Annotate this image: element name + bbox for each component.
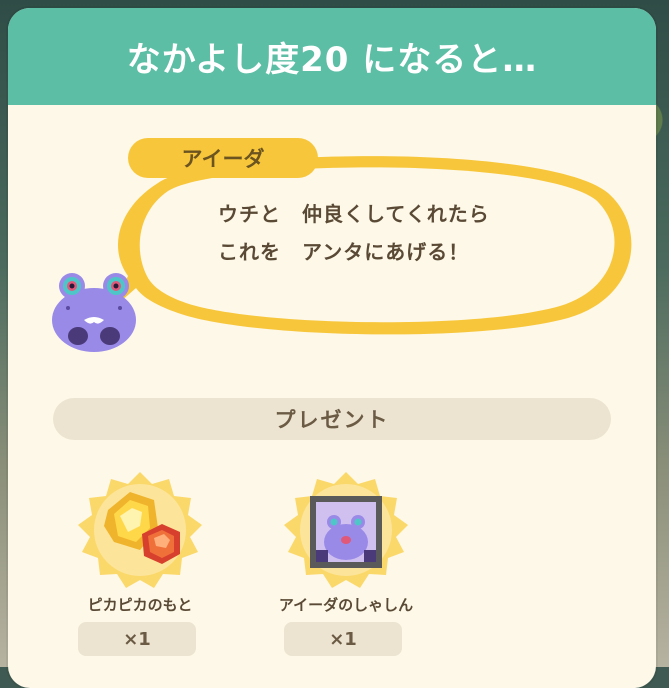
reward-item-name: ピカピカのもと xyxy=(87,596,193,614)
villager-avatar-icon xyxy=(48,270,140,356)
dialog-line-1: ウチと 仲良くしてくれたら xyxy=(218,202,490,226)
speaker-name-tag: アイーダ xyxy=(128,138,318,178)
reward-item-count: ×1 xyxy=(78,622,196,656)
present-label: プレゼント xyxy=(274,408,390,432)
reward-item-count-value: ×1 xyxy=(123,628,151,650)
reward-item-count-value: ×1 xyxy=(329,628,357,650)
shiny-ore-icon xyxy=(78,472,202,588)
framed-photo-icon xyxy=(284,472,408,588)
speaker-name: アイーダ xyxy=(181,147,265,171)
friendship-reward-dialog: なかよし度20 になると… アイーダ ウチと 仲良くしてくれたら これを アンタ… xyxy=(8,8,656,688)
reward-item-count: ×1 xyxy=(284,622,402,656)
reward-item-name: アイーダのしゃしん xyxy=(278,596,414,614)
present-section-header: プレゼント xyxy=(53,398,611,440)
dialog-line-2: これを アンタにあげる！ xyxy=(218,240,470,264)
